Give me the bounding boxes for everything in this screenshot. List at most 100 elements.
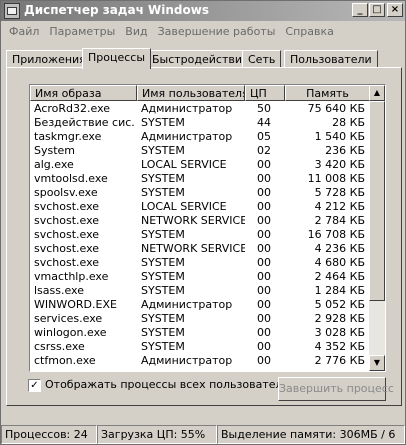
process-cpu: 00 (257, 326, 271, 339)
process-cpu: 50 (257, 102, 271, 115)
window-title: Диспетчер задач Windows (24, 3, 209, 17)
process-memory: 4 680 КБ (314, 256, 365, 269)
process-user-name: SYSTEM (141, 340, 185, 353)
process-cpu: 02 (257, 144, 271, 157)
process-image-name: alg.exe (34, 158, 74, 171)
scroll-thumb[interactable] (369, 101, 385, 301)
process-image-name: lsass.exe (34, 284, 84, 297)
process-image-name: csrss.exe (34, 340, 85, 353)
end-process-button[interactable]: Завершить процесс (278, 377, 394, 401)
process-cpu: 00 (257, 214, 271, 227)
column-image-name[interactable]: Имя образа (30, 85, 137, 101)
process-memory: 2 928 КБ (314, 312, 365, 325)
process-image-name: svchost.exe (34, 256, 100, 269)
process-user-name: NETWORK SERVICE (141, 214, 245, 227)
maximize-button[interactable]: □ (369, 3, 385, 17)
table-row[interactable]: spoolsv.exe SYSTEM 00 5 728 КБ (30, 186, 370, 200)
process-cpu: 44 (257, 116, 271, 129)
table-row[interactable]: services.exe SYSTEM 00 2 928 КБ (30, 312, 370, 326)
process-image-name: winlogon.exe (34, 326, 107, 339)
menu-help[interactable]: Справка (280, 23, 338, 40)
table-row[interactable]: WINWORD.EXE Администратор 00 5 052 КБ (30, 298, 370, 312)
process-image-name: System (34, 144, 76, 157)
status-bar: Процессов: 24 Загрузка ЦП: 55% Выделение… (1, 425, 405, 444)
table-row[interactable]: Бездействие сис... SYSTEM 44 28 КБ (30, 116, 370, 130)
menu-options[interactable]: Параметры (44, 23, 120, 40)
process-memory: 4 352 КБ (314, 340, 365, 353)
process-user-name: LOCAL SERVICE (141, 200, 227, 213)
list-header: Имя образа Имя пользователя ЦП Память (30, 85, 370, 101)
process-image-name: ctfmon.exe (34, 354, 96, 367)
table-row[interactable]: vmacthlp.exe SYSTEM 00 2 464 КБ (30, 270, 370, 284)
close-button[interactable]: × (387, 3, 403, 17)
menu-file[interactable]: Файл (4, 23, 44, 40)
process-user-name: Администратор (141, 130, 233, 143)
title-bar[interactable]: Диспетчер задач Windows _ □ × (1, 1, 405, 21)
column-memory[interactable]: Память (285, 85, 370, 101)
process-cpu: 00 (257, 312, 271, 325)
table-row[interactable]: AcroRd32.exe Администратор 50 75 640 КБ (30, 102, 370, 116)
menu-shutdown[interactable]: Завершение работы (153, 23, 281, 40)
process-user-name: SYSTEM (141, 270, 185, 283)
table-row[interactable]: svchost.exe LOCAL SERVICE 00 4 212 КБ (30, 200, 370, 214)
process-memory: 1 284 КБ (314, 284, 365, 297)
table-row[interactable]: lsass.exe SYSTEM 00 1 284 КБ (30, 284, 370, 298)
process-memory: 75 640 КБ (307, 102, 365, 115)
tab-processes[interactable]: Процессы (82, 48, 152, 69)
process-image-name: svchost.exe (34, 200, 100, 213)
process-cpu: 00 (257, 242, 271, 255)
table-row[interactable]: taskmgr.exe Администратор 05 1 540 КБ (30, 130, 370, 144)
status-memory-commit: Выделение памяти: 306МБ / 6 (217, 425, 405, 444)
process-user-name: Администратор (141, 354, 233, 367)
table-row[interactable]: svchost.exe NETWORK SERVICE 00 2 784 КБ (30, 214, 370, 228)
process-memory: 28 КБ (332, 116, 365, 129)
tab-applications[interactable]: Приложения (6, 50, 92, 68)
column-user-name[interactable]: Имя пользователя (137, 85, 245, 101)
process-user-name: NETWORK SERVICE (141, 242, 245, 255)
process-user-name: SYSTEM (141, 116, 185, 129)
tab-users[interactable]: Пользователи (284, 50, 378, 68)
process-memory: 4 212 КБ (314, 200, 365, 213)
process-memory: 3 420 КБ (314, 158, 365, 171)
table-row[interactable]: svchost.exe SYSTEM 00 4 680 КБ (30, 256, 370, 270)
show-all-users-label: Отображать процессы всех пользователей (45, 378, 297, 391)
process-image-name: Бездействие сис... (34, 116, 134, 129)
process-user-name: SYSTEM (141, 312, 185, 325)
process-user-name: Администратор (141, 102, 233, 115)
table-row[interactable]: System SYSTEM 02 236 КБ (30, 144, 370, 158)
process-user-name: Администратор (141, 298, 233, 311)
process-user-name: SYSTEM (141, 284, 185, 297)
table-row[interactable]: svchost.exe NETWORK SERVICE 00 4 236 КБ (30, 242, 370, 256)
column-cpu[interactable]: ЦП (245, 85, 285, 101)
process-memory: 5 052 КБ (314, 298, 365, 311)
show-all-users-checkbox[interactable]: ✓ (28, 379, 41, 392)
process-image-name: services.exe (34, 312, 103, 325)
process-memory: 4 236 КБ (314, 242, 365, 255)
process-cpu: 00 (257, 200, 271, 213)
scroll-up-arrow-icon[interactable]: ▲ (369, 85, 385, 101)
table-row[interactable]: svchost.exe SYSTEM 00 16 708 КБ (30, 228, 370, 242)
process-memory: 236 КБ (325, 144, 365, 157)
process-cpu: 00 (257, 284, 271, 297)
process-image-name: AcroRd32.exe (34, 102, 111, 115)
process-image-name: svchost.exe (34, 228, 100, 241)
process-cpu: 00 (257, 158, 271, 171)
menu-view[interactable]: Вид (120, 23, 152, 40)
process-list[interactable]: Имя образа Имя пользователя ЦП Память Ac… (29, 84, 386, 372)
vertical-scrollbar[interactable]: ▲ ▼ (369, 85, 385, 371)
process-cpu: 00 (257, 256, 271, 269)
table-row[interactable]: winlogon.exe SYSTEM 00 3 028 КБ (30, 326, 370, 340)
process-user-name: LOCAL SERVICE (141, 158, 227, 171)
table-row[interactable]: csrss.exe SYSTEM 00 4 352 КБ (30, 340, 370, 354)
process-cpu: 05 (257, 130, 271, 143)
scroll-down-arrow-icon[interactable]: ▼ (369, 355, 385, 371)
process-user-name: SYSTEM (141, 228, 185, 241)
table-row[interactable]: ctfmon.exe Администратор 00 2 776 КБ (30, 354, 370, 368)
tab-performance[interactable]: Быстродействие (146, 50, 255, 68)
process-memory: 2 784 КБ (314, 214, 365, 227)
table-row[interactable]: alg.exe LOCAL SERVICE 00 3 420 КБ (30, 158, 370, 172)
tab-networking[interactable]: Сеть (242, 50, 282, 68)
minimize-button[interactable]: _ (352, 3, 368, 17)
process-memory: 3 028 КБ (314, 326, 365, 339)
table-row[interactable]: vmtoolsd.exe SYSTEM 00 11 008 КБ (30, 172, 370, 186)
